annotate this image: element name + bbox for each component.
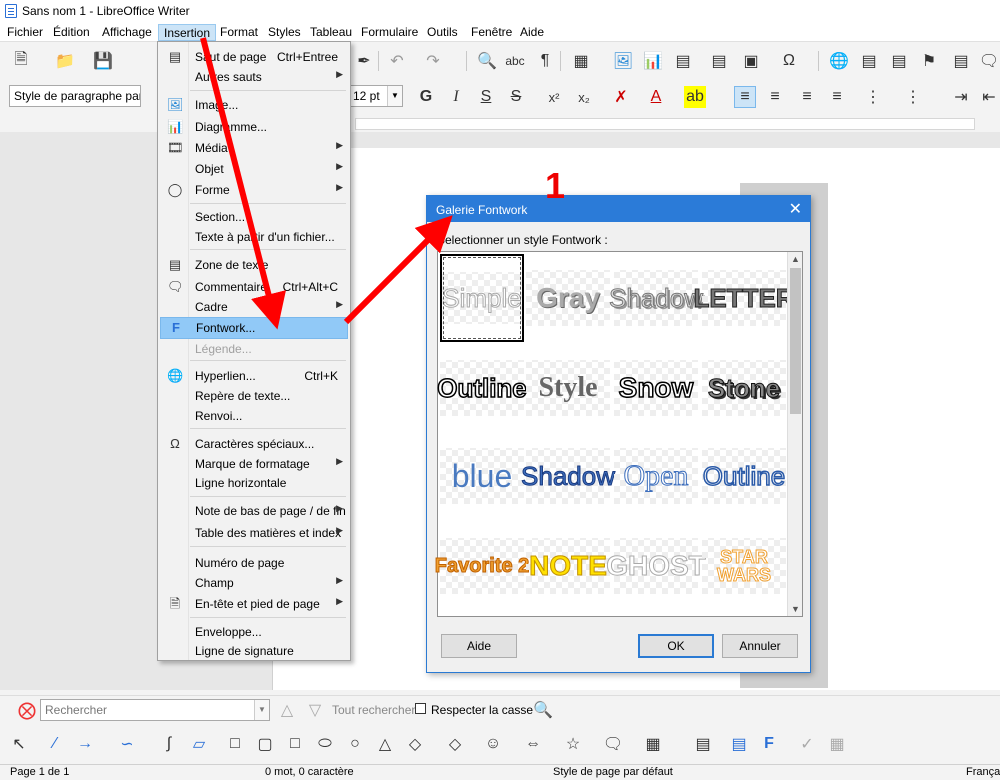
annotation-arrows — [200, 37, 453, 330]
close-find-icon[interactable]: ⨂ — [16, 699, 38, 721]
connector-icon[interactable]: ∫ — [158, 733, 180, 755]
diamond-icon[interactable]: ◇ — [404, 733, 426, 755]
square-icon[interactable]: □ — [284, 733, 306, 755]
status-page: Page 1 de 1 — [10, 766, 70, 778]
find-toolbar: ⨂ Rechercher ▼ △ ▽ Tout rechercher Respec… — [0, 695, 1000, 723]
star-icon[interactable]: ☆ — [562, 733, 584, 755]
arrow-line-icon[interactable]: → — [74, 733, 96, 755]
circle-icon[interactable]: ○ — [344, 733, 366, 755]
basic-shapes-icon[interactable]: ◇ — [444, 733, 466, 755]
curve-icon[interactable]: ∽ — [116, 733, 138, 755]
search-input[interactable]: Rechercher ▼ — [40, 699, 270, 721]
select-icon[interactable]: ↖ — [8, 733, 30, 755]
callout-icon[interactable]: 🗨 — [602, 733, 624, 755]
chevron-down-icon[interactable]: ▼ — [254, 700, 269, 720]
points-icon[interactable]: ✓ — [796, 733, 818, 755]
match-case-checkbox[interactable] — [415, 703, 426, 714]
flowchart-icon[interactable]: ▦ — [642, 733, 664, 755]
arrow-to-fontwork — [200, 37, 286, 330]
triangle-icon[interactable]: △ — [374, 733, 396, 755]
smiley-icon[interactable]: ☺ — [482, 733, 504, 755]
polygon-icon[interactable]: ▱ — [188, 733, 210, 755]
arrow-to-dialog — [343, 215, 453, 325]
status-language[interactable]: Françai — [966, 766, 1000, 778]
find-all-button[interactable]: Tout rechercher — [332, 703, 415, 717]
rectangle-icon[interactable]: □ — [224, 733, 246, 755]
annotation-number: 1 — [545, 165, 566, 206]
status-bar: Page 1 de 1 0 mot, 0 caractère Style de … — [0, 764, 1000, 780]
status-page-style: Style de page par défaut — [553, 766, 673, 778]
insert-caption-icon[interactable]: ▤ — [692, 733, 714, 755]
block-arrows-icon[interactable]: ⇔ — [522, 733, 544, 755]
insert-textbox-icon[interactable]: ▤ — [728, 733, 750, 755]
drawing-toolbar: ↖ ∕ → ∽ ∫ ▱ □ ▢ □ ⬭ ○ △ ◇ ◇ ☺ ⇔ ☆ 🗨 ▦ ▤ … — [0, 730, 1000, 758]
find-replace-icon[interactable]: 🔍 — [532, 699, 554, 721]
line-icon[interactable]: ∕ — [44, 733, 66, 755]
status-words: 0 mot, 0 caractère — [265, 766, 354, 778]
find-next-icon[interactable]: ▽ — [304, 699, 326, 721]
extrusion-icon[interactable]: ▦ — [826, 733, 848, 755]
ellipse-icon[interactable]: ⬭ — [314, 733, 336, 755]
find-previous-icon[interactable]: △ — [276, 699, 298, 721]
fontwork-toolbar-icon[interactable]: F — [758, 733, 780, 755]
match-case-label: Respecter la casse — [431, 703, 534, 717]
rounded-rectangle-icon[interactable]: ▢ — [254, 733, 276, 755]
